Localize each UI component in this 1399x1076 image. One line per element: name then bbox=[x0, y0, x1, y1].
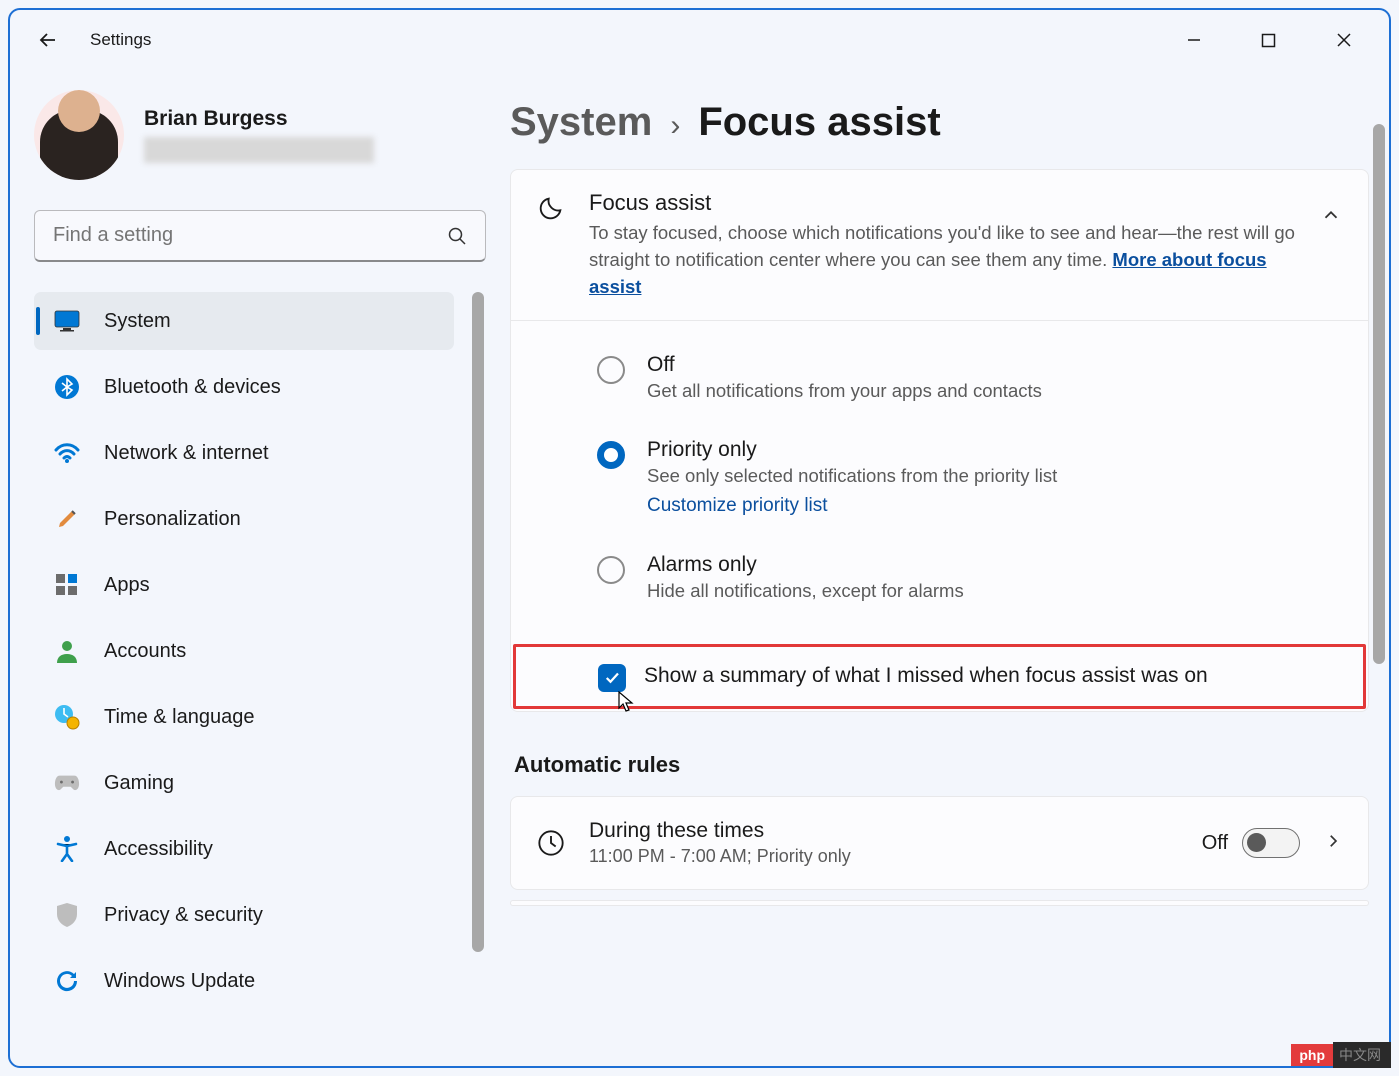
arrow-left-icon bbox=[36, 28, 60, 52]
radio-off[interactable]: Off Get all notifications from your apps… bbox=[597, 335, 1342, 420]
nav-label: Apps bbox=[104, 574, 150, 597]
cursor-icon bbox=[616, 691, 636, 713]
window-controls bbox=[1156, 19, 1381, 61]
accounts-icon bbox=[54, 638, 80, 664]
nav-item-time-language[interactable]: Time & language bbox=[34, 688, 454, 746]
titlebar: Settings bbox=[10, 10, 1389, 70]
profile-name: Brian Burgess bbox=[144, 107, 374, 131]
close-icon bbox=[1335, 31, 1353, 49]
paintbrush-icon bbox=[54, 506, 80, 532]
nav-item-windows-update[interactable]: Windows Update bbox=[34, 952, 454, 1010]
back-button[interactable] bbox=[34, 26, 62, 54]
summary-checkbox-label: Show a summary of what I missed when foc… bbox=[644, 661, 1208, 691]
rule-next-partial[interactable] bbox=[510, 900, 1369, 906]
radio-button[interactable] bbox=[597, 556, 625, 584]
sidebar-scrollbar[interactable] bbox=[472, 292, 484, 952]
search-icon bbox=[447, 226, 467, 246]
maximize-icon bbox=[1261, 33, 1276, 48]
toggle-knob bbox=[1247, 833, 1266, 852]
radio-button[interactable] bbox=[597, 356, 625, 384]
radio-label: Priority only bbox=[647, 438, 1057, 462]
radio-button[interactable] bbox=[597, 441, 625, 469]
profile-email-redacted bbox=[144, 137, 374, 163]
focus-assist-expander[interactable]: Focus assist To stay focused, choose whi… bbox=[511, 170, 1368, 321]
nav-item-privacy[interactable]: Privacy & security bbox=[34, 886, 454, 944]
badge-cn: 中文网 bbox=[1333, 1042, 1391, 1068]
nav: System Bluetooth & devices Network & int… bbox=[34, 292, 486, 1010]
rule-description: 11:00 PM - 7:00 AM; Priority only bbox=[589, 846, 1178, 867]
update-icon bbox=[54, 968, 80, 994]
app-title: Settings bbox=[90, 30, 151, 50]
nav-label: Time & language bbox=[104, 706, 254, 729]
nav-label: Privacy & security bbox=[104, 904, 263, 927]
radio-alarms-only[interactable]: Alarms only Hide all notifications, exce… bbox=[597, 535, 1342, 620]
clock-globe-icon bbox=[54, 704, 80, 730]
focus-assist-description: To stay focused, choose which notificati… bbox=[589, 220, 1296, 300]
radio-description: Get all notifications from your apps and… bbox=[647, 380, 1042, 402]
maximize-button[interactable] bbox=[1231, 19, 1306, 61]
shield-icon bbox=[54, 902, 80, 928]
apps-icon bbox=[54, 572, 80, 598]
minimize-button[interactable] bbox=[1156, 19, 1231, 61]
breadcrumb-parent[interactable]: System bbox=[510, 100, 652, 145]
nav-item-accounts[interactable]: Accounts bbox=[34, 622, 454, 680]
nav-label: Bluetooth & devices bbox=[104, 376, 281, 399]
avatar bbox=[34, 90, 124, 180]
radio-description: Hide all notifications, except for alarm… bbox=[647, 580, 964, 602]
nav-label: Network & internet bbox=[104, 442, 269, 465]
nav-label: System bbox=[104, 310, 171, 333]
profile-block[interactable]: Brian Burgess bbox=[34, 90, 486, 180]
check-icon bbox=[603, 669, 621, 687]
nav-item-personalization[interactable]: Personalization bbox=[34, 490, 454, 548]
search-box[interactable] bbox=[34, 210, 486, 262]
rule-during-times[interactable]: During these times 11:00 PM - 7:00 AM; P… bbox=[510, 796, 1369, 890]
nav-item-apps[interactable]: Apps bbox=[34, 556, 454, 614]
nav-label: Gaming bbox=[104, 772, 174, 795]
rule-title: During these times bbox=[589, 819, 1178, 843]
radio-priority-only[interactable]: Priority only See only selected notifica… bbox=[597, 420, 1342, 535]
nav-item-system[interactable]: System bbox=[34, 292, 454, 350]
wifi-icon bbox=[54, 440, 80, 466]
settings-window: Settings Brian Burgess bbox=[8, 8, 1391, 1068]
radio-label: Alarms only bbox=[647, 553, 964, 577]
accessibility-icon bbox=[54, 836, 80, 862]
gamepad-icon bbox=[54, 770, 80, 796]
moon-icon bbox=[537, 194, 565, 222]
system-icon bbox=[54, 308, 80, 334]
radio-description: See only selected notifications from the… bbox=[647, 465, 1057, 487]
summary-checkbox-row: Show a summary of what I missed when foc… bbox=[513, 644, 1366, 709]
focus-assist-options: Off Get all notifications from your apps… bbox=[511, 321, 1368, 644]
bluetooth-icon bbox=[54, 374, 80, 400]
nav-label: Personalization bbox=[104, 508, 241, 531]
minimize-icon bbox=[1186, 32, 1202, 48]
breadcrumb: System › Focus assist bbox=[510, 100, 1369, 145]
focus-assist-card: Focus assist To stay focused, choose whi… bbox=[510, 169, 1369, 712]
rule-toggle[interactable] bbox=[1242, 828, 1300, 858]
clock-icon bbox=[537, 829, 565, 857]
breadcrumb-current: Focus assist bbox=[698, 100, 940, 145]
nav-item-bluetooth[interactable]: Bluetooth & devices bbox=[34, 358, 454, 416]
toggle-state-label: Off bbox=[1202, 832, 1228, 855]
nav-item-gaming[interactable]: Gaming bbox=[34, 754, 454, 812]
nav-label: Windows Update bbox=[104, 970, 255, 993]
chevron-right-icon: › bbox=[670, 109, 680, 143]
sidebar: Brian Burgess System bbox=[10, 70, 510, 1066]
main-scrollbar[interactable] bbox=[1373, 124, 1385, 664]
main-content: System › Focus assist Focus assist To st… bbox=[510, 70, 1389, 1066]
customize-priority-list-link[interactable]: Customize priority list bbox=[647, 495, 1057, 517]
automatic-rules-heading: Automatic rules bbox=[514, 752, 1369, 778]
close-button[interactable] bbox=[1306, 19, 1381, 61]
nav-item-accessibility[interactable]: Accessibility bbox=[34, 820, 454, 878]
search-input[interactable] bbox=[53, 224, 447, 247]
focus-assist-title: Focus assist bbox=[589, 190, 1296, 216]
radio-label: Off bbox=[647, 353, 1042, 377]
nav-label: Accessibility bbox=[104, 838, 213, 861]
summary-checkbox[interactable] bbox=[598, 664, 626, 692]
nav-label: Accounts bbox=[104, 640, 186, 663]
nav-item-network[interactable]: Network & internet bbox=[34, 424, 454, 482]
chevron-up-icon bbox=[1320, 204, 1342, 226]
badge-php: php bbox=[1291, 1044, 1333, 1066]
watermark-badge: php 中文网 bbox=[1291, 1042, 1391, 1068]
chevron-right-icon bbox=[1324, 832, 1342, 855]
